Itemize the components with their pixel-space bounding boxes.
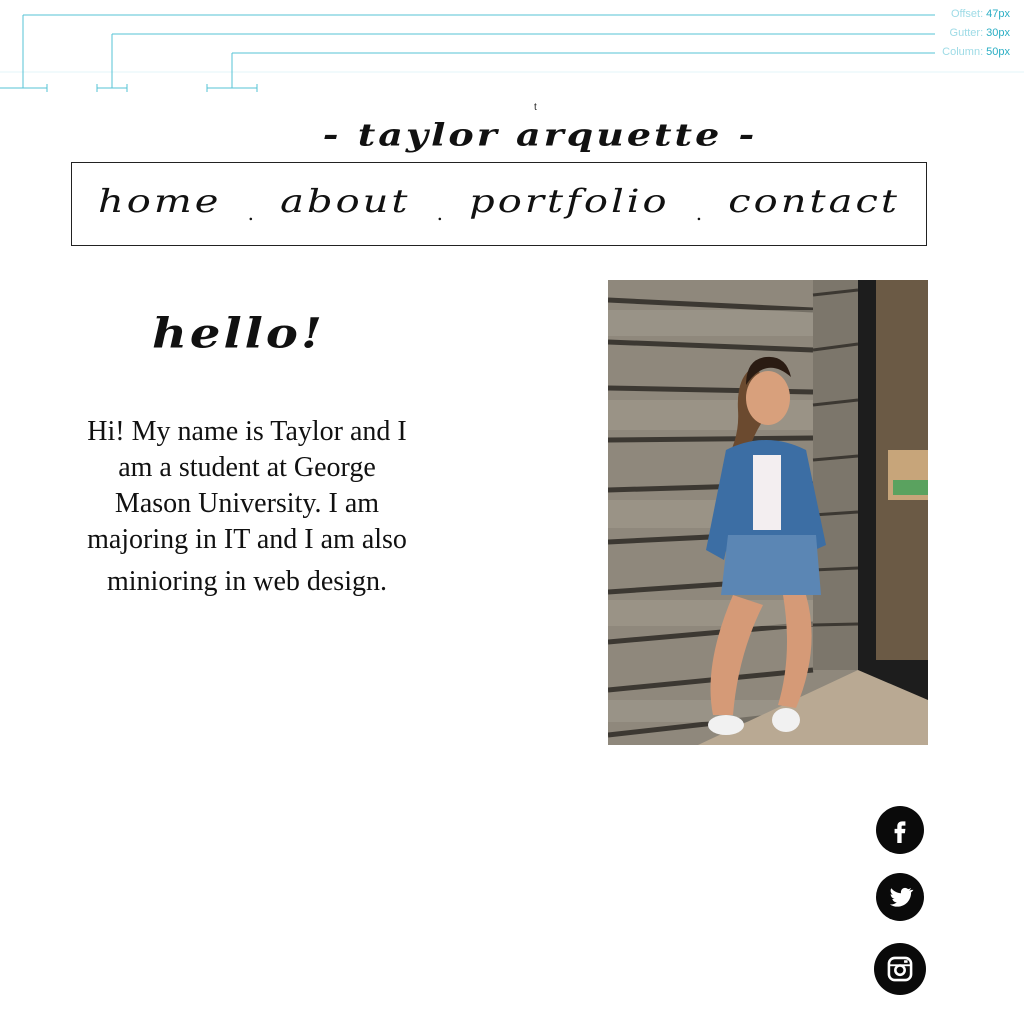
nav-portfolio-link[interactable]: portfolio [469,183,669,225]
twitter-button[interactable] [876,873,924,921]
intro-line: majoring in IT and I am also [87,524,407,555]
guide-offset-label: Offset: 47px [951,8,1010,20]
intro-line: minioring in web design. [107,566,387,597]
facebook-icon [894,821,906,843]
intro-paragraph: Hi! My name is Taylor and I am a student… [40,414,454,600]
nav-separator: . [247,201,254,225]
nav-home-link[interactable]: home [98,183,221,225]
grid-guide-lines [0,14,1024,92]
nav-separator: . [695,201,703,225]
profile-photo [608,280,928,745]
greeting-heading: hello! [152,310,325,358]
guide-offset-name: Offset: [950,8,984,20]
guide-gutter-label: Gutter: 30px [950,27,1010,39]
nav-about-link[interactable]: about [280,183,410,225]
instagram-button[interactable] [874,943,926,995]
guide-gutter-value: 30px [986,27,1010,39]
intro-line: Hi! My name is Taylor and I [87,416,407,447]
site-title: - taylor arquette - [322,116,758,153]
guide-column-label: Column: 50px [942,46,1010,58]
main-nav: home . about . portfolio . contact [71,162,927,246]
instagram-icon [887,956,913,982]
nav-separator: . [436,201,444,225]
nav-contact-link[interactable]: contact [728,183,900,225]
guide-offset-value: 47px [986,8,1010,20]
facebook-button[interactable] [876,806,924,854]
grid-guides: Offset: 47px Gutter: 30px Column: 50px [0,0,1024,95]
profile-photo-illustration [608,280,928,745]
intro-line: Mason University. I am [114,488,380,519]
guide-gutter-name: Gutter: [949,27,984,39]
twitter-icon [889,887,914,907]
guide-column-value: 50px [986,46,1010,58]
intro-line: am a student at George [118,452,376,483]
guide-column-name: Column: [942,46,984,58]
stray-text: t [534,102,537,113]
